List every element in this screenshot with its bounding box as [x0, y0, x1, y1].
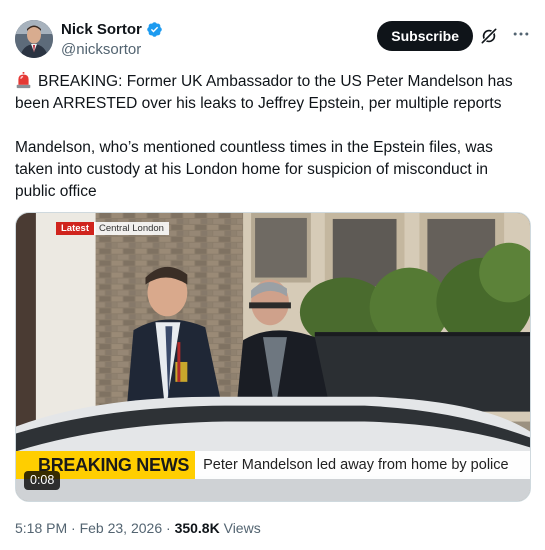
handle[interactable]: @nicksortor [61, 40, 163, 60]
post-time[interactable]: 5:18 PM [15, 520, 67, 536]
grok-icon[interactable] [479, 26, 499, 46]
views-count: 350.8K [174, 520, 220, 536]
verified-badge-icon [147, 22, 162, 37]
more-icon[interactable] [511, 24, 531, 44]
avatar-image [15, 20, 53, 58]
display-name[interactable]: Nick Sortor [61, 20, 142, 39]
meta-separator: · [71, 520, 76, 536]
post-date[interactable]: Feb 23, 2026 [80, 520, 163, 536]
tweet-paragraph: BREAKING: Former UK Ambassador to the US… [15, 71, 530, 115]
tweet-paragraph-1: BREAKING: Former UK Ambassador to the US… [15, 73, 513, 112]
tweet-text: BREAKING: Former UK Ambassador to the US… [15, 71, 530, 203]
meta-separator-2: · [166, 520, 171, 536]
siren-emoji-icon [16, 72, 31, 89]
lower-third-banner: BREAKING NEWS Peter Mandelson led away f… [16, 451, 530, 479]
avatar[interactable] [15, 20, 53, 58]
location-tag: Central London [93, 222, 169, 235]
video-player[interactable]: Latest Central London BREAKING NEWS Pete… [15, 212, 531, 502]
news-caption: Peter Mandelson led away from home by po… [195, 451, 530, 479]
subscribe-button[interactable]: Subscribe [377, 21, 473, 51]
news-tag: Latest Central London [56, 222, 169, 235]
tweet-meta: 5:18 PM · Feb 23, 2026 · 350.8K Views [15, 519, 261, 537]
tweet-header: Nick Sortor @nicksortor Subscribe [15, 18, 531, 62]
latest-tag: Latest [56, 222, 94, 235]
video-duration: 0:08 [24, 471, 61, 490]
tweet-paragraph-2: Mandelson, who’s mentioned countless tim… [15, 139, 493, 200]
views-label: Views [223, 520, 261, 536]
